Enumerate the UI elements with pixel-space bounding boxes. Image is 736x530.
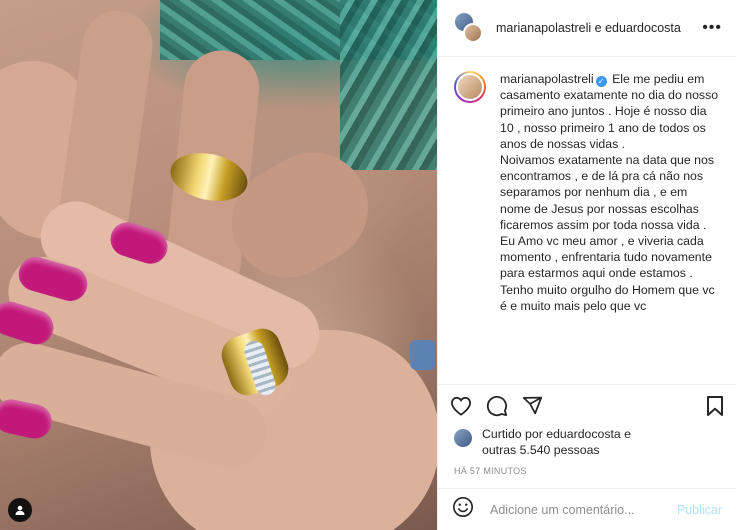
post-authors[interactable]: marianapolastreli e eduardocosta xyxy=(496,20,702,37)
more-options-icon[interactable]: ••• xyxy=(702,19,722,37)
verified-badge-icon: ✓ xyxy=(595,76,607,87)
likes-text[interactable]: Curtido por eduardocosta e outras 5.540 … xyxy=(482,426,631,458)
avatar xyxy=(463,23,483,43)
caption-paragraph: Eu Amo vc meu amor , e viveria cada mome… xyxy=(500,234,712,281)
caption-paragraph: Noivamos exatamente na data que nos enco… xyxy=(500,153,714,232)
bookmark-icon[interactable] xyxy=(706,395,724,422)
liked-by-line: Curtido por eduardocosta e xyxy=(482,427,632,441)
blue-bracelet xyxy=(410,340,436,370)
action-bar xyxy=(438,384,736,426)
caption-paragraph: Tenho muito orgulho do Homem que vc é e … xyxy=(500,282,715,313)
share-icon[interactable] xyxy=(522,390,558,422)
post-photo[interactable] xyxy=(0,0,437,530)
user-tag-icon[interactable] xyxy=(8,498,32,522)
likes-summary: Curtido por eduardocosta e outras 5.540 … xyxy=(438,426,736,464)
post-timestamp[interactable]: HÁ 57 MINUTOS xyxy=(438,464,736,488)
author-avatar[interactable] xyxy=(454,71,486,103)
post-header: marianapolastreli e eduardocosta ••• xyxy=(438,0,736,57)
collab-avatars[interactable] xyxy=(454,12,483,44)
caption-text: marianapolastreli ✓ Ele me pediu em casam… xyxy=(500,71,720,314)
post-modal: marianapolastreli e eduardocosta ••• mar… xyxy=(0,0,736,530)
comment-box: Publicar xyxy=(438,488,736,530)
comment-icon[interactable] xyxy=(486,390,522,422)
comment-input[interactable] xyxy=(490,502,669,517)
caption-area: marianapolastreli ✓ Ele me pediu em casam… xyxy=(438,57,736,384)
likes-count-line: outras 5.540 pessoas xyxy=(482,443,600,457)
emoji-icon[interactable] xyxy=(452,496,474,523)
heart-icon[interactable] xyxy=(450,390,486,422)
avatar[interactable] xyxy=(454,429,472,447)
background-fabric xyxy=(340,0,437,170)
caption-username[interactable]: marianapolastreli xyxy=(500,72,594,86)
post-side-panel: marianapolastreli e eduardocosta ••• mar… xyxy=(437,0,736,530)
publish-button[interactable]: Publicar xyxy=(677,503,722,517)
